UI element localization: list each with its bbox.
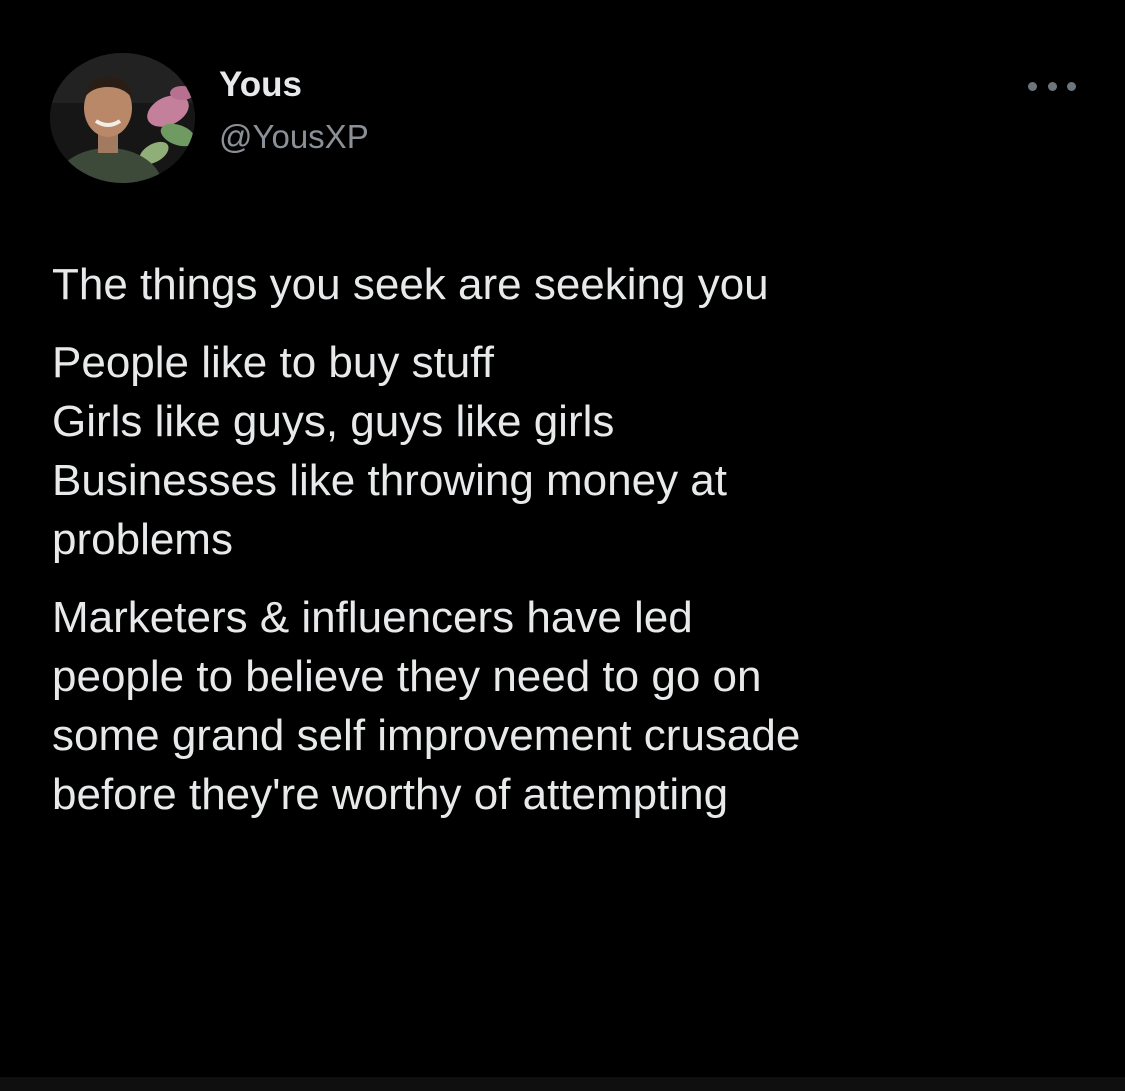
tweet-card: Yous @YousXP The things you seek are see…	[0, 0, 1125, 1091]
avatar[interactable]	[50, 53, 195, 183]
tweet-line: The things you seek are seeking you	[52, 260, 769, 309]
tweet-line: Marketers & influencers have led	[52, 593, 693, 642]
tweet-line: Girls like guys, guys like girls	[52, 397, 615, 446]
bottom-divider	[0, 1077, 1125, 1091]
author-handle[interactable]: @YousXP	[219, 118, 369, 156]
tweet-line: People like to buy stuff	[52, 338, 494, 387]
tweet-paragraph: People like to buy stuff Girls like guys…	[52, 333, 1082, 569]
more-options-button[interactable]	[1028, 72, 1076, 100]
author-name[interactable]: Yous	[219, 65, 302, 105]
more-horizontal-icon	[1047, 81, 1057, 91]
tweet-text: The things you seek are seeking you Peop…	[52, 255, 1082, 843]
tweet-line: people to believe they need to go on	[52, 652, 762, 701]
tweet-line: problems	[52, 515, 233, 564]
tweet-paragraph: The things you seek are seeking you	[52, 255, 1082, 314]
tweet-line: Businesses like throwing money at	[52, 456, 727, 505]
tweet-paragraph: Marketers & influencers have led people …	[52, 588, 1082, 824]
more-horizontal-icon	[1028, 81, 1037, 91]
more-horizontal-icon	[1067, 81, 1076, 91]
avatar-image	[50, 53, 195, 183]
tweet-line: before they're worthy of attempting	[52, 770, 729, 819]
tweet-line: some grand self improvement crusade	[52, 711, 801, 760]
